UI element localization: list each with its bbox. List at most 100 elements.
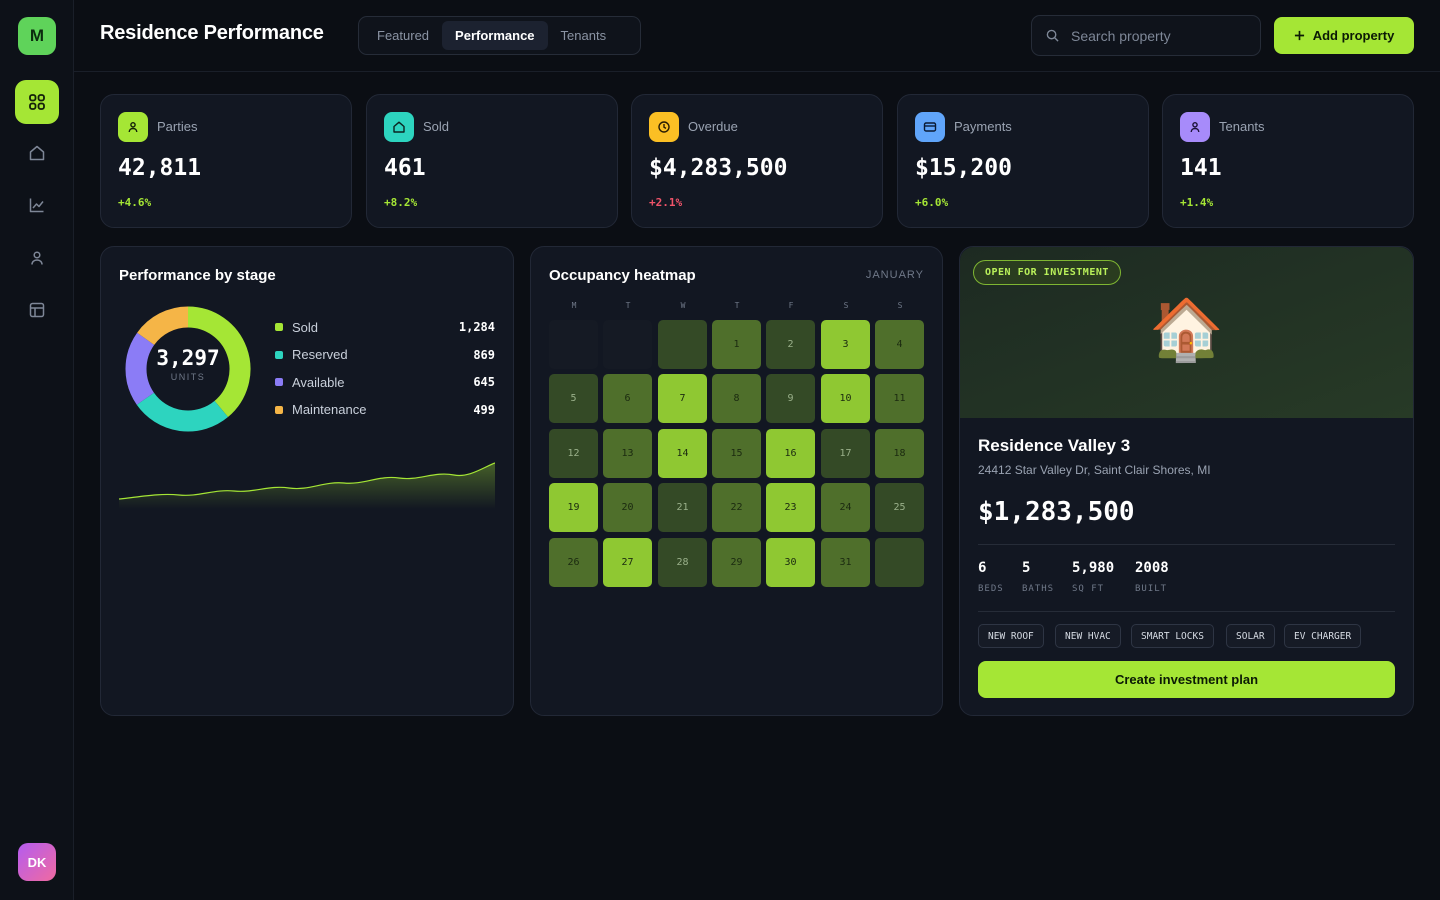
feature-tag: SOLAR <box>1226 624 1275 648</box>
heatmap-day[interactable]: 17 <box>821 428 870 478</box>
tab-performance[interactable]: Performance <box>442 21 548 50</box>
investment-badge: OPEN FOR INVESTMENT <box>973 260 1121 285</box>
legend-label: Available <box>292 374 345 390</box>
legend-swatch <box>275 350 283 359</box>
weekday-label: T <box>625 301 631 310</box>
clock-icon <box>658 121 670 133</box>
tab-featured[interactable]: Featured <box>364 21 442 50</box>
nav-home[interactable] <box>15 131 59 175</box>
legend-value: 869 <box>473 347 495 362</box>
create-investment-plan-button[interactable]: Create investment plan <box>978 661 1395 698</box>
nav-analytics[interactable] <box>15 183 59 227</box>
weekday-label: F <box>788 301 794 310</box>
stat-icon-box <box>1180 112 1210 142</box>
heatmap-day[interactable]: 20 <box>603 483 652 533</box>
user-icon <box>128 122 138 133</box>
stat-value: 461 <box>384 155 426 181</box>
heatmap-day[interactable]: 21 <box>658 483 707 533</box>
heatmap-day[interactable]: 23 <box>766 483 815 533</box>
heatmap-day[interactable]: 3 <box>821 320 870 369</box>
heatmap-day[interactable]: 9 <box>766 374 815 424</box>
heatmap-day[interactable]: 15 <box>712 428 761 478</box>
stat-icon-box <box>118 112 148 142</box>
header: Residence Performance Featured Performan… <box>74 0 1440 72</box>
legend-swatch <box>275 323 283 331</box>
nav-people[interactable] <box>15 236 59 280</box>
heatmap-day[interactable]: 2 <box>766 320 815 369</box>
heatmap-day[interactable]: 18 <box>875 428 924 478</box>
stat-card-sold[interactable]: Sold 461 +8.2% <box>366 94 618 228</box>
heatmap-day[interactable]: 10 <box>821 374 870 424</box>
stat-card-tenants[interactable]: Tenants 141 +1.4% <box>1162 94 1414 228</box>
heatmap-day[interactable]: 19 <box>549 483 598 533</box>
calendar-icon <box>29 302 45 318</box>
spec-label: BEDS <box>978 584 1004 594</box>
heatmap-day[interactable]: 7 <box>658 374 707 424</box>
heatmap-day[interactable]: 29 <box>712 537 761 587</box>
panel-title: Performance by stage <box>119 267 276 284</box>
stat-card-parties[interactable]: Parties 42,811 +4.6% <box>100 94 352 228</box>
donut-slice-reserved[interactable] <box>136 392 229 432</box>
heatmap-day[interactable]: 14 <box>658 428 707 478</box>
tab-tenants[interactable]: Tenants <box>548 21 620 50</box>
heatmap-day[interactable]: 5 <box>549 374 598 424</box>
donut-slice-maintenance[interactable] <box>137 306 189 346</box>
heatmap-day[interactable]: 28 <box>658 537 707 587</box>
stat-change: +4.6% <box>118 196 152 209</box>
home-icon <box>29 145 45 161</box>
stat-value: $4,283,500 <box>649 155 788 181</box>
add-property-button[interactable]: Add property <box>1274 17 1414 54</box>
legend-item-available: Available 645 <box>275 373 495 391</box>
stat-change: +6.0% <box>915 196 949 209</box>
legend-value: 499 <box>473 402 495 417</box>
property-hero: OPEN FOR INVESTMENT 🏠 <box>960 247 1413 418</box>
heatmap-day[interactable]: 30 <box>766 537 815 587</box>
legend-label: Sold <box>292 319 319 335</box>
property-name: Residence Valley 3 <box>978 436 1131 455</box>
heatmap-day[interactable]: 13 <box>603 428 652 478</box>
weekday-label: M <box>571 301 577 310</box>
heatmap-day[interactable]: 24 <box>821 483 870 533</box>
stat-card-payments[interactable]: Payments $15,200 +6.0% <box>897 94 1149 228</box>
heatmap-day[interactable]: 1 <box>712 320 761 369</box>
feature-tag: NEW ROOF <box>978 624 1044 648</box>
grid-icon <box>29 94 45 110</box>
heatmap-empty-cell <box>549 320 598 369</box>
stat-label: Tenants <box>1219 119 1265 134</box>
heatmap-day[interactable]: 12 <box>549 428 598 478</box>
heatmap-day[interactable]: 16 <box>766 428 815 478</box>
nav-calendar[interactable] <box>15 288 59 332</box>
search-input[interactable] <box>1071 27 1241 44</box>
performance-panel: Performance by stage 3,297 UNITS Sold 1,2… <box>100 246 514 716</box>
user-avatar[interactable]: DK <box>18 843 56 881</box>
heatmap-day[interactable]: 6 <box>603 374 652 424</box>
spec-value: 2008 <box>1135 560 1169 576</box>
heatmap-day[interactable]: 26 <box>549 537 598 587</box>
stat-label: Payments <box>954 119 1012 134</box>
plus-icon <box>1294 30 1304 41</box>
spec-value: 6 <box>978 560 987 576</box>
app-logo[interactable]: M <box>18 17 56 55</box>
stat-icon-box <box>384 112 414 142</box>
heatmap-day[interactable]: 8 <box>712 374 761 424</box>
heatmap-day[interactable]: 22 <box>712 483 761 533</box>
user-icon <box>31 251 43 265</box>
sparkline-area <box>119 463 495 509</box>
heatmap-day[interactable]: 31 <box>821 537 870 587</box>
heatmap-day[interactable]: 27 <box>603 537 652 587</box>
heatmap-day[interactable]: 4 <box>875 320 924 369</box>
heatmap-empty-cell <box>875 537 924 587</box>
spec-built: 2008 BUILT <box>1135 560 1169 594</box>
legend-item-sold: Sold 1,284 <box>275 318 495 336</box>
legend-swatch <box>275 405 283 414</box>
legend-item-maintenance: Maintenance 499 <box>275 401 495 419</box>
heatmap-empty-cell <box>658 320 707 369</box>
legend-swatch <box>275 378 283 386</box>
nav-dashboard[interactable] <box>15 80 59 124</box>
heatmap-day[interactable]: 25 <box>875 483 924 533</box>
heatmap-panel: Occupancy heatmap JANUARY MTWTFSS1234567… <box>530 246 943 716</box>
stat-card-overdue[interactable]: Overdue $4,283,500 +2.1% <box>631 94 883 228</box>
legend-label: Reserved <box>292 347 348 362</box>
heatmap-day[interactable]: 11 <box>875 374 924 424</box>
spec-label: BATHS <box>1022 584 1055 594</box>
